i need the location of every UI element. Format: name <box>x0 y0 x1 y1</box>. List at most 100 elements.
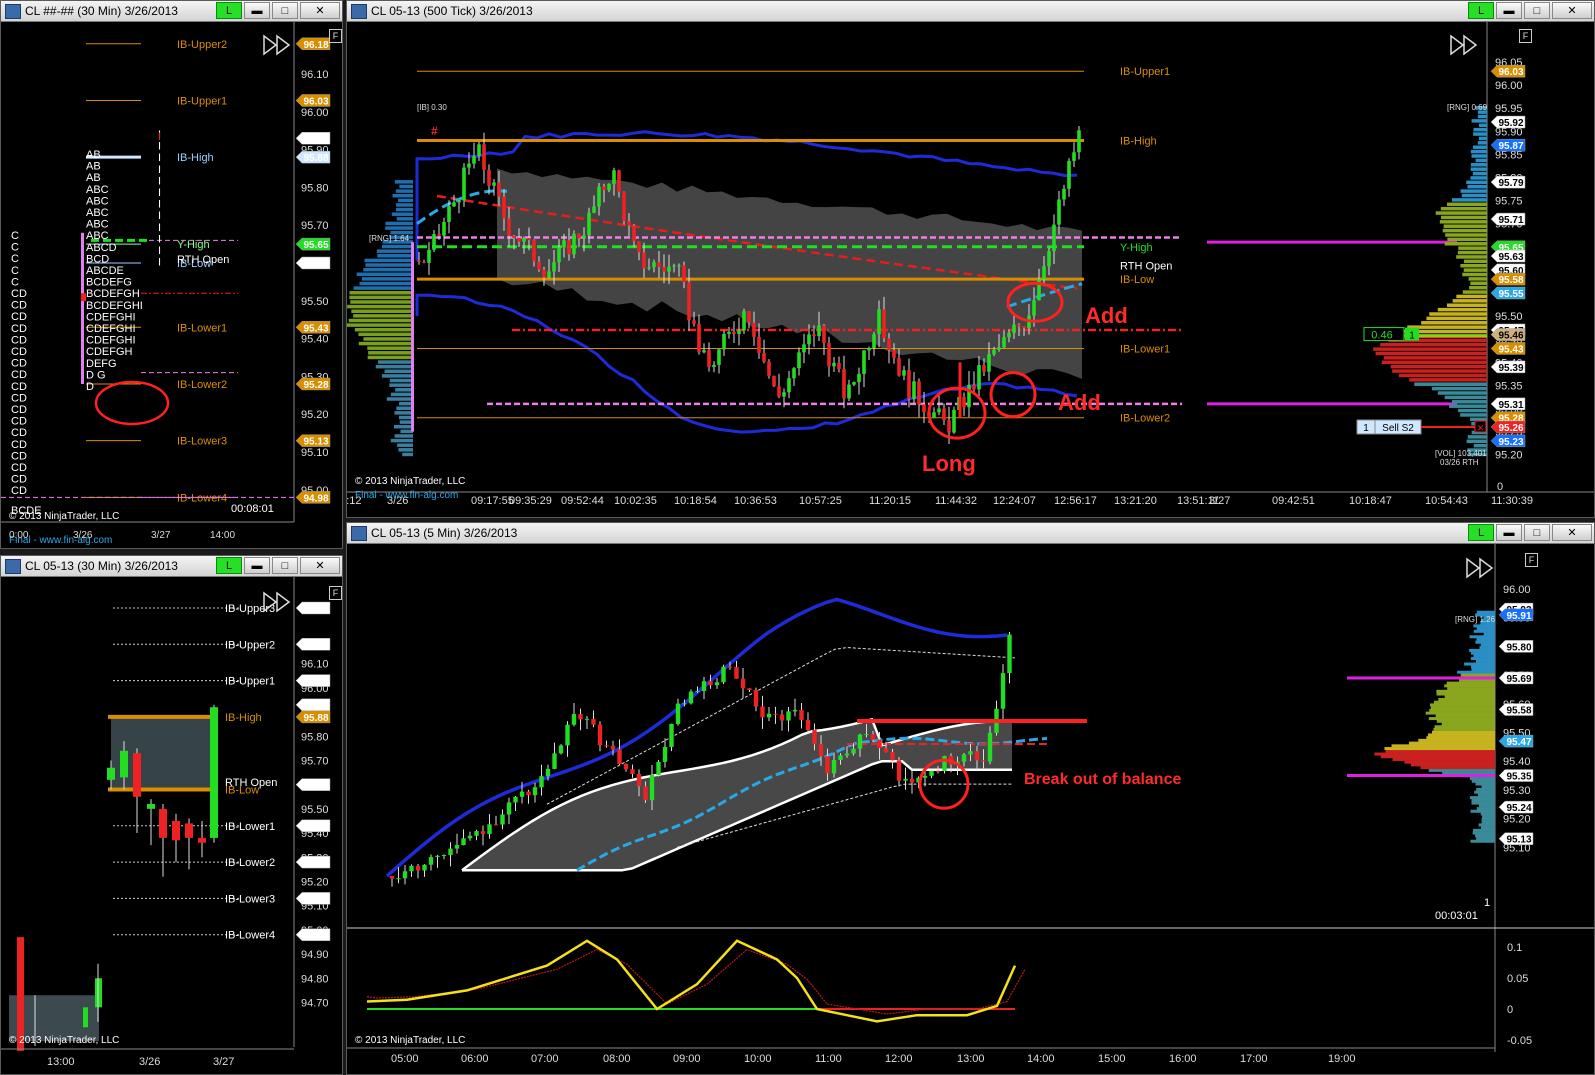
axis-tick-label: 96.10 <box>301 69 329 81</box>
candle-body <box>502 196 506 219</box>
candle-body <box>623 763 629 770</box>
candle-body <box>210 707 218 838</box>
volume-bar <box>1460 189 1487 193</box>
price-tag-label: 96.33 <box>303 604 328 615</box>
close-button[interactable]: ✕ <box>1552 524 1592 541</box>
candle-body <box>1007 332 1011 338</box>
candle-body <box>762 353 766 362</box>
title-bar[interactable]: CL 05-13 (500 Tick) 3/26/2013 L ▬ □ ✕ <box>347 1 1594 22</box>
link-level-button[interactable]: L <box>216 557 242 574</box>
volume-bar <box>1433 727 1495 731</box>
volume-bar <box>1434 725 1495 729</box>
tpo-row: CDEFGHI <box>86 335 136 347</box>
five-min-chart[interactable]: 96.0095.9095.8095.7095.6095.5095.4095.30… <box>347 544 1594 1074</box>
close-button[interactable]: ✕ <box>300 2 340 19</box>
tpo-row: BCD <box>86 253 109 265</box>
tpo-row: ABC <box>86 207 109 219</box>
play-icon <box>1450 34 1478 56</box>
price-tag-label: 95.39 <box>1498 363 1523 374</box>
axis-tick-label: 94.90 <box>301 949 329 961</box>
minimize-button[interactable]: ▬ <box>244 557 270 574</box>
minimize-button[interactable]: ▬ <box>1496 2 1522 19</box>
link-level-button[interactable]: L <box>216 2 242 19</box>
link-level-button[interactable]: L <box>1468 2 1494 19</box>
volume-bar <box>1475 640 1495 644</box>
volume-bar <box>1469 777 1495 781</box>
format-button[interactable]: F <box>1519 29 1532 43</box>
candle-body <box>773 713 778 715</box>
candle-body <box>448 848 453 855</box>
maximize-button[interactable]: □ <box>272 557 298 574</box>
tick-chart[interactable]: 96.0596.0095.9595.9095.8595.8095.7595.70… <box>347 22 1594 517</box>
copyright-label: © 2013 NinjaTrader, LLC <box>9 511 119 522</box>
close-button[interactable]: ✕ <box>1552 2 1592 19</box>
candle-body <box>708 681 713 686</box>
price-tag-label: 95.91 <box>1506 611 1531 622</box>
candle-body <box>864 734 869 736</box>
volume-bar <box>1462 290 1487 294</box>
volume-bar <box>1470 149 1487 154</box>
candle-body <box>637 241 641 253</box>
volume-bar <box>1476 837 1495 841</box>
candle-body <box>890 752 895 761</box>
time-axis-label: 10:54:43 <box>1425 495 1468 507</box>
axis-tick-label: 95.95 <box>1495 103 1523 115</box>
price-tag-label: 94.98 <box>303 493 328 504</box>
minimize-button[interactable]: ▬ <box>244 2 270 19</box>
volume-bar <box>385 226 413 230</box>
volume-bar <box>1441 722 1495 726</box>
volume-bar <box>1481 817 1495 821</box>
volume-bar <box>1427 733 1495 737</box>
volume-bar <box>1437 307 1487 312</box>
candle-body <box>992 349 996 355</box>
candle-body <box>805 719 811 731</box>
volume-bar <box>389 378 413 383</box>
volume-bar <box>1418 738 1495 742</box>
format-button[interactable]: F <box>329 29 342 43</box>
candle-body <box>1067 160 1071 189</box>
volume-bar <box>365 263 413 267</box>
title-bar[interactable]: CL 05-13 (30 Min) 3/26/2013 L ▬ □ ✕ <box>1 556 342 577</box>
volume-bar <box>1470 839 1495 843</box>
axis-tick-label: -0.05 <box>1507 1035 1532 1047</box>
tpo-chart[interactable]: 96.1096.0095.9095.8095.7095.6095.5095.40… <box>1 22 342 548</box>
candle-body <box>838 755 843 760</box>
candle-body <box>688 691 694 704</box>
volume-bar <box>399 184 413 189</box>
candle-body <box>942 408 946 421</box>
candle-body <box>968 751 973 755</box>
candle-body <box>617 749 622 764</box>
maximize-button[interactable]: □ <box>1524 524 1550 541</box>
maximize-button[interactable]: □ <box>272 2 298 19</box>
volume-bar <box>1476 610 1495 614</box>
title-bar[interactable]: CL 05-13 (5 Min) 3/26/2013 L ▬ □ ✕ <box>347 523 1594 544</box>
volume-bar <box>1435 714 1495 718</box>
time-axis-label: 11:30:39 <box>1491 495 1533 507</box>
volume-bar <box>347 323 413 327</box>
candle-body <box>461 838 466 846</box>
price-tag-label: 95.13 <box>303 894 328 905</box>
format-button[interactable]: F <box>1525 553 1538 567</box>
axis-tick-label: 95.70 <box>301 220 329 232</box>
minimize-button[interactable]: ▬ <box>1496 524 1522 541</box>
title-bar[interactable]: CL ##-## (30 Min) 3/26/2013 L ▬ □ ✕ <box>1 1 342 22</box>
candle-body <box>493 824 499 826</box>
annotation-long: Long <box>922 451 976 476</box>
time-axis-label: 13:00 <box>47 1056 75 1068</box>
time-axis-label: 06:00 <box>461 1053 489 1065</box>
time-axis-label: 3/27 <box>1209 495 1230 507</box>
tpo-row: CD <box>11 381 27 393</box>
thirty-min-chart[interactable]: 96.1096.0095.9095.8095.7095.6095.5095.40… <box>1 577 342 1074</box>
link-level-button[interactable]: L <box>1468 524 1494 541</box>
volume-bar <box>1398 373 1487 378</box>
candle-body <box>877 309 881 335</box>
close-button[interactable]: ✕ <box>300 557 340 574</box>
candle-body <box>402 871 408 879</box>
candle-body <box>672 265 676 267</box>
tpo-row: AB <box>86 161 101 173</box>
axis-tick-label: 95.40 <box>1503 756 1531 768</box>
candle-body <box>649 774 655 801</box>
format-button[interactable]: F <box>329 586 342 600</box>
level-label: IB-Lower1 <box>177 322 227 334</box>
maximize-button[interactable]: □ <box>1524 2 1550 19</box>
